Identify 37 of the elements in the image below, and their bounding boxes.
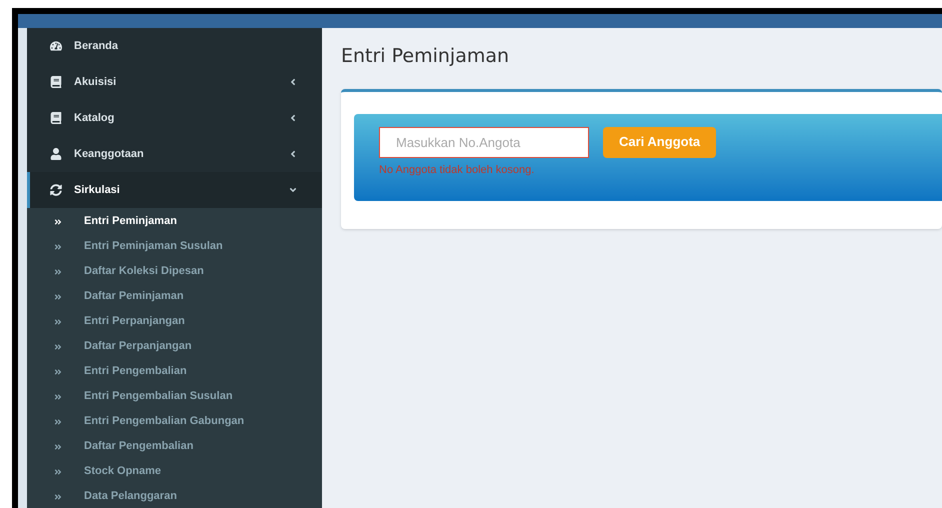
submenu-item[interactable]: Daftar Peminjaman	[27, 284, 322, 309]
double-chevron-icon	[54, 268, 62, 276]
submenu-item[interactable]: Entri Pengembalian Susulan	[27, 384, 322, 409]
submenu-item[interactable]: Daftar Koleksi Dipesan	[27, 259, 322, 284]
submenu-item[interactable]: Entri Pengembalian	[27, 359, 322, 384]
double-chevron-icon	[54, 218, 62, 226]
sidebar-item[interactable]: Keanggotaan	[27, 136, 322, 172]
sidebar-item[interactable]: Beranda	[27, 28, 322, 64]
submenu-item[interactable]: Daftar Perpanjangan	[27, 334, 322, 359]
user-icon	[50, 148, 62, 160]
book-icon	[50, 112, 62, 124]
refresh-icon	[50, 184, 62, 196]
sidebar-item[interactable]: Katalog	[27, 100, 322, 136]
sidebar-item[interactable]: Sirkulasi	[27, 172, 322, 208]
submenu-item[interactable]: Entri Pengembalian Gabungan	[27, 409, 322, 434]
double-chevron-icon	[54, 318, 62, 326]
dashboard-icon	[50, 40, 62, 52]
member-number-field[interactable]: Masukkan No.Angota	[379, 126, 589, 158]
submenu-item[interactable]: Entri Peminjaman	[27, 209, 322, 234]
double-chevron-icon	[54, 442, 62, 450]
page-title: Entri Peminjaman	[341, 44, 510, 69]
double-chevron-icon	[54, 468, 62, 476]
submenu-item[interactable]: Stock Opname	[27, 459, 322, 484]
double-chevron-icon	[54, 492, 62, 500]
sidebar-item[interactable]: Akuisisi	[27, 64, 322, 100]
double-chevron-icon	[54, 418, 62, 426]
submenu-item[interactable]: Daftar Pengembalian	[27, 434, 322, 459]
submenu-item[interactable]: Entri Peminjaman Susulan	[27, 234, 322, 259]
double-chevron-icon	[54, 368, 62, 376]
double-chevron-icon	[54, 392, 62, 400]
submenu-item[interactable]: Entri Perpanjangan	[27, 309, 322, 334]
submenu-item[interactable]: Data Pelanggaran	[27, 484, 322, 508]
double-chevron-icon	[54, 292, 62, 300]
double-chevron-icon	[54, 242, 62, 250]
double-chevron-icon	[54, 342, 62, 350]
error-message: No Anggota tidak boleh kosong.	[379, 162, 536, 178]
book-icon	[50, 76, 62, 88]
